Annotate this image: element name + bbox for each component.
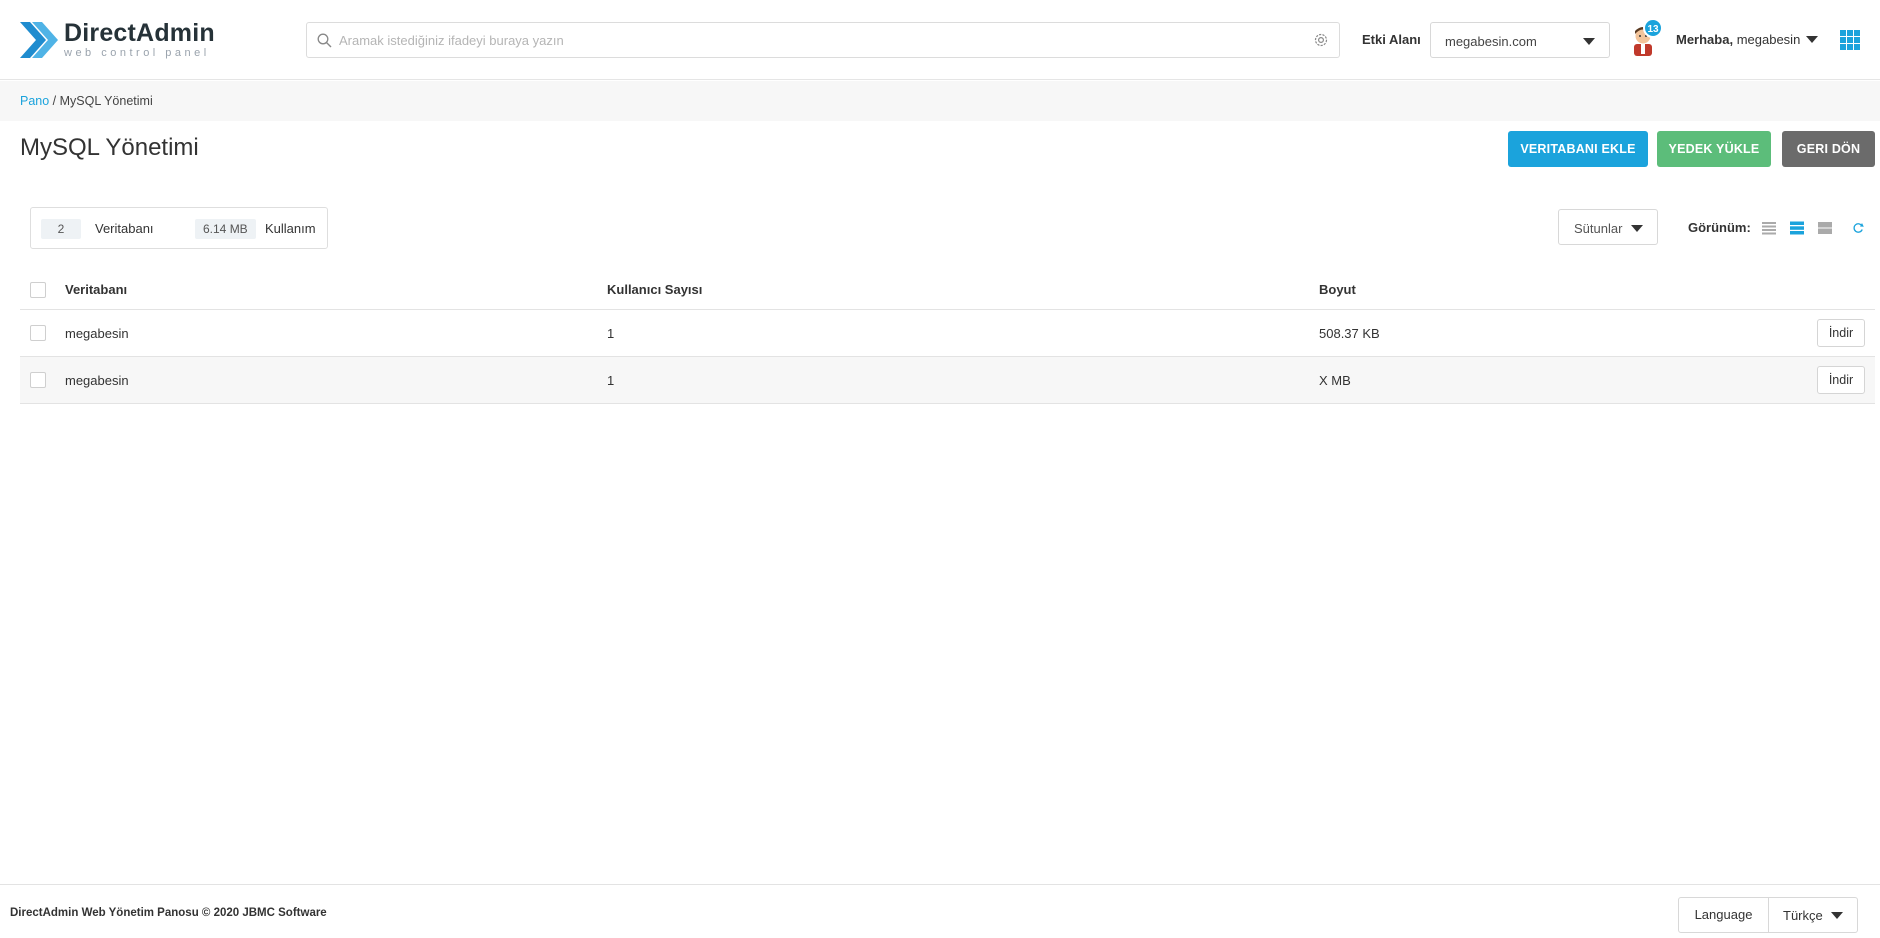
chevron-down-icon [1631,225,1643,232]
row-checkbox[interactable] [30,325,46,341]
breadcrumb-separator: / [49,94,60,108]
chevron-down-icon [1831,912,1843,919]
breadcrumb-home-link[interactable]: Pano [20,94,49,108]
brand-tagline: web control panel [64,47,210,59]
gear-icon[interactable] [1313,32,1329,48]
table-header-row: Veritabanı Kullanıcı Sayısı Boyut [20,270,1875,310]
select-all-checkbox[interactable] [30,282,46,298]
user-greeting[interactable]: Merhaba, megabesin [1676,32,1800,47]
brand-name: DirectAdmin [64,19,215,47]
add-database-button[interactable]: VERITABANI EKLE [1508,131,1648,167]
database-size: 508.37 KB [1319,326,1380,341]
column-header-users[interactable]: Kullanıcı Sayısı [607,282,702,297]
language-selector[interactable]: Language Türkçe [1678,897,1858,933]
page-title: MySQL Yönetimi [20,134,199,161]
columns-dropdown[interactable]: Sütunlar [1558,209,1658,245]
language-label: Language [1679,898,1769,932]
apps-grid-icon[interactable] [1840,30,1860,50]
usage-value: 6.14 MB [195,219,256,239]
view-large-icon[interactable] [1817,220,1833,236]
user-count: 1 [607,326,615,341]
view-label: Görünüm: [1688,220,1751,235]
language-value: Türkçe [1783,908,1823,923]
stats-summary: 2 Veritabanı 6.14 MB Kullanım [30,207,328,249]
footer-copyright: DirectAdmin Web Yönetim Panosu © 2020 JB… [10,907,327,919]
upload-backup-button[interactable]: YEDEK YÜKLE [1657,131,1771,167]
table-row: megabesin 1 508.37 KB İndir [20,310,1875,357]
view-compact-icon[interactable] [1761,220,1777,236]
database-size: X MB [1319,373,1351,388]
columns-label: Sütunlar [1574,221,1623,236]
footer: DirectAdmin Web Yönetim Panosu © 2020 JB… [0,884,1880,938]
directadmin-logo[interactable]: DirectAdmin web control panel [20,18,215,62]
greeting-prefix: Merhaba, [1676,32,1734,47]
breadcrumb: Pano / MySQL Yönetimi [0,81,1880,121]
domain-label: Etki Alanı [1362,32,1421,47]
top-header: DirectAdmin web control panel Etki Alanı… [0,0,1880,80]
search-icon [317,33,332,48]
database-name[interactable]: megabesin [65,326,129,341]
database-name[interactable]: megabesin [65,373,129,388]
view-normal-icon[interactable] [1789,220,1805,236]
chevron-down-icon [1583,38,1595,45]
search-bar [306,22,1340,58]
db-count-label: Veritabanı [95,221,154,236]
refresh-icon[interactable] [1852,220,1864,236]
usage-label: Kullanım [265,221,316,236]
download-button[interactable]: İndir [1817,366,1865,394]
db-count: 2 [41,219,81,239]
user-count: 1 [607,373,615,388]
domain-select[interactable]: megabesin.com [1430,22,1610,58]
user-menu-chevron-icon[interactable] [1806,36,1818,43]
databases-table: Veritabanı Kullanıcı Sayısı Boyut megabe… [20,270,1875,404]
table-row: megabesin 1 X MB İndir [20,357,1875,404]
domain-value: megabesin.com [1445,34,1537,49]
column-header-size[interactable]: Boyut [1319,282,1356,297]
breadcrumb-current: MySQL Yönetimi [59,94,153,108]
notification-badge[interactable]: 13 [1643,18,1663,38]
search-input[interactable] [337,23,1297,57]
column-header-database[interactable]: Veritabanı [65,282,127,297]
download-button[interactable]: İndir [1817,319,1865,347]
directadmin-logo-icon [20,22,58,58]
back-button[interactable]: GERI DÖN [1782,131,1875,167]
username: megabesin [1736,32,1801,47]
row-checkbox[interactable] [30,372,46,388]
